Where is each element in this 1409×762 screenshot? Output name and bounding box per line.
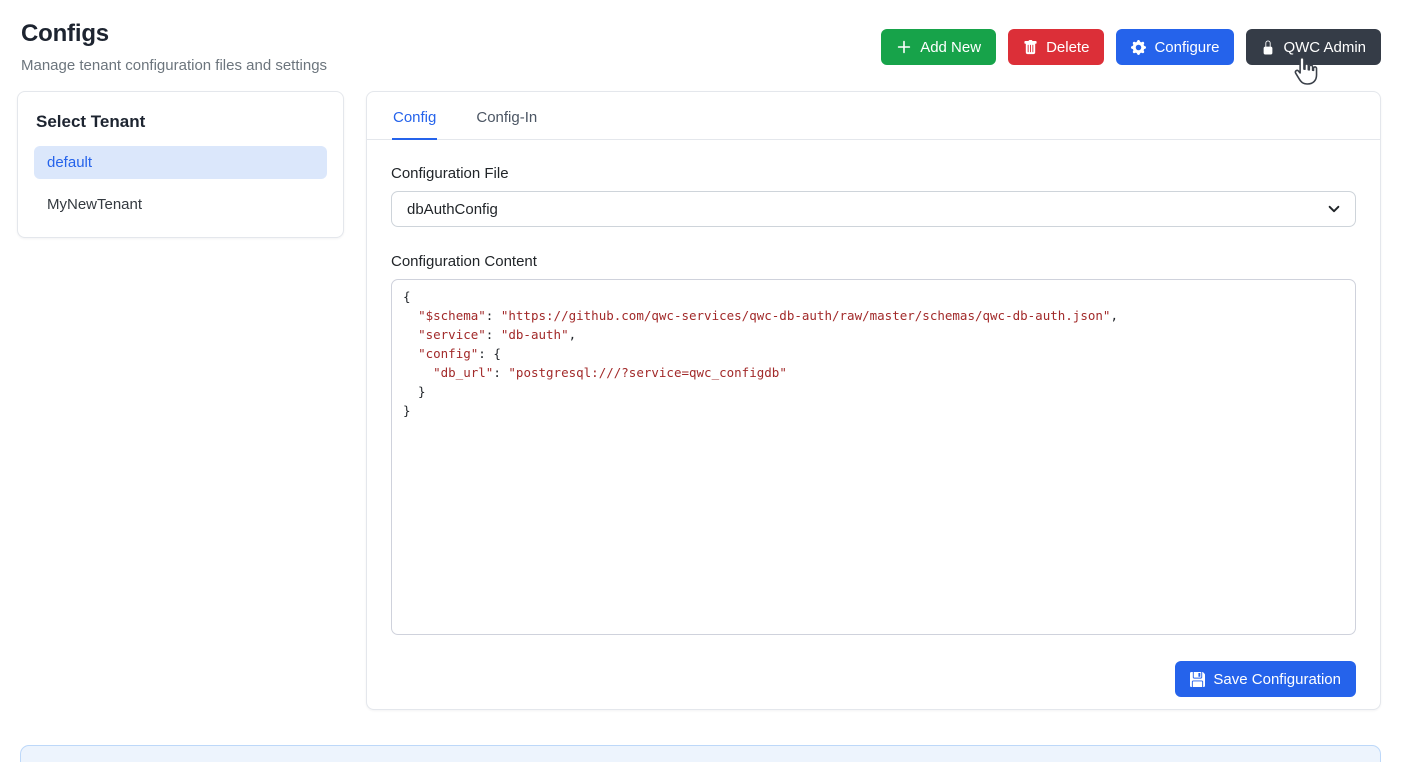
page-header: Configs Manage tenant configuration file… — [0, 0, 1409, 74]
content-row: Select Tenant defaultMyNewTenant ConfigC… — [0, 74, 1409, 710]
add-new-button[interactable]: Add New — [881, 29, 996, 65]
add-new-label: Add New — [920, 39, 981, 56]
config-file-selected-value: dbAuthConfig — [407, 201, 498, 218]
lock-icon — [1261, 40, 1275, 55]
trash-icon — [1023, 40, 1038, 55]
save-configuration-label: Save Configuration — [1213, 671, 1341, 688]
save-icon — [1190, 672, 1205, 687]
config-file-label: Configuration File — [391, 165, 1356, 182]
actions-row: Save Configuration — [391, 635, 1356, 710]
tenant-item-mynewtenant[interactable]: MyNewTenant — [34, 188, 327, 221]
config-tab-body: Configuration File dbAuthConfig Configur… — [367, 140, 1380, 710]
plus-icon — [896, 39, 912, 55]
page-subtitle: Manage tenant configuration files and se… — [21, 57, 327, 74]
save-configuration-button[interactable]: Save Configuration — [1175, 661, 1356, 697]
config-content-code: { "$schema": "https://github.com/qwc-ser… — [403, 287, 1344, 420]
tenant-panel: Select Tenant default MyNewTenant — [17, 91, 344, 238]
tenant-list: default MyNewTenant — [34, 146, 327, 221]
configure-button[interactable]: Configure — [1116, 29, 1234, 65]
config-content-editor[interactable]: { "$schema": "https://github.com/qwc-ser… — [391, 279, 1356, 635]
gear-icon — [1131, 40, 1146, 55]
tab-bar: Config Config-In — [367, 92, 1380, 140]
header-toolbar: Add New Delete Configure QWC Admin — [881, 29, 1381, 65]
page-heading-group: Configs Manage tenant configuration file… — [21, 20, 327, 74]
config-file-select[interactable]: dbAuthConfig — [391, 191, 1356, 227]
delete-label: Delete — [1046, 39, 1089, 56]
configure-label: Configure — [1154, 39, 1219, 56]
tab-config-in[interactable]: Config-In — [475, 92, 538, 140]
qwc-admin-button[interactable]: QWC Admin — [1246, 29, 1381, 65]
tenant-panel-title: Select Tenant — [36, 112, 327, 132]
bottom-alert — [20, 745, 1381, 762]
chevron-down-icon — [1327, 202, 1341, 216]
delete-button[interactable]: Delete — [1008, 29, 1104, 65]
config-content-label: Configuration Content — [391, 253, 1356, 270]
qwc-admin-label: QWC Admin — [1283, 39, 1366, 56]
page-title: Configs — [21, 20, 327, 48]
tab-config[interactable]: Config — [392, 92, 437, 140]
config-panel: Config Config-In Configuration File dbAut… — [366, 91, 1381, 710]
tenant-item-default[interactable]: default — [34, 146, 327, 179]
configs-page: Configs Manage tenant configuration file… — [0, 0, 1409, 762]
